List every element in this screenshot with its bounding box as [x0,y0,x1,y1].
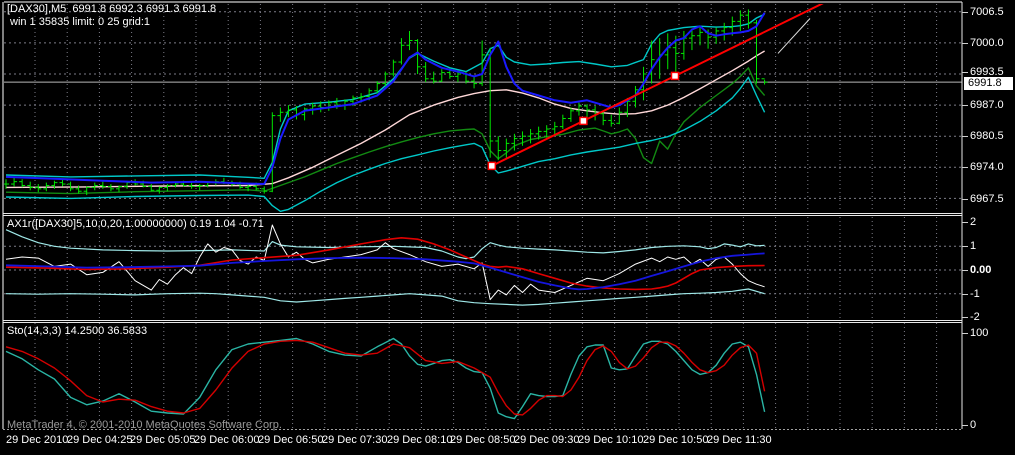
time-axis-label: 29 Dec 10:10 [578,434,643,446]
price-axis-label: 6987.0 [970,99,1004,111]
stochastic-axis-label: 0 [970,419,976,431]
time-axis-label: 29 Dec 08:50 [450,434,515,446]
main-panel [3,9,768,211]
trendline-handle[interactable] [672,72,679,79]
price-axis-label: 6974.0 [970,161,1004,173]
oscillator-panel [6,225,765,305]
price-axis-label: 6980.5 [970,130,1004,142]
indicator-label-ax1r: AX1r([DAX30]5,10,0,20,1.00000000) 0.19 1… [7,218,264,231]
time-axis-label: 29 Dec 06:00 [194,434,259,446]
time-axis-label: 29 Dec 2010 [6,434,68,446]
mt4-chart-window: [DAX30],M5 6991.8 6992.3 6991.3 6991.8 w… [0,0,1015,455]
stochastic-axis-label: 100 [970,327,988,339]
trendline-handle[interactable] [488,162,495,169]
current-price-tag: 6991.8 [964,77,1013,90]
price-axis-label: 7006.5 [970,6,1004,18]
oscillator-axis-label: 1 [970,240,976,252]
time-axis-label: 29 Dec 04:25 [67,434,132,446]
axis-ticks [962,13,968,426]
oscillator-axis-label: 0.00 [970,264,991,276]
indicator-label-stochastic: Sto(14,3,3) 14.2500 36.5833 [7,325,147,338]
metatrader-watermark: MetaTrader 4, © 2001-2010 MetaQuotes Sof… [7,419,282,431]
ea-status-readout: win 1 35835 limit: 0 25 grid:1 [10,16,150,29]
stochastic-panel [6,339,765,419]
time-axis-label: 29 Dec 11:30 [707,434,772,446]
symbol-ohlc-readout: [DAX30],M5 6991.8 6992.3 6991.3 6991.8 [7,3,216,16]
price-axis-label: 6967.5 [970,193,1004,205]
price-axis-label: 7000.0 [970,37,1004,49]
time-axis-label: 29 Dec 08:10 [387,434,452,446]
time-axis-label: 29 Dec 05:05 [130,434,195,446]
time-axis-label: 29 Dec 07:30 [322,434,387,446]
time-axis-label: 29 Dec 09:30 [514,434,579,446]
time-axis-label: 29 Dec 06:50 [258,434,323,446]
oscillator-axis-label: -1 [970,288,980,300]
time-axis-label: 29 Dec 10:50 [643,434,708,446]
trendline-handle[interactable] [580,117,587,124]
oscillator-axis-label: -2 [970,311,980,323]
oscillator-axis-label: 2 [970,216,976,228]
